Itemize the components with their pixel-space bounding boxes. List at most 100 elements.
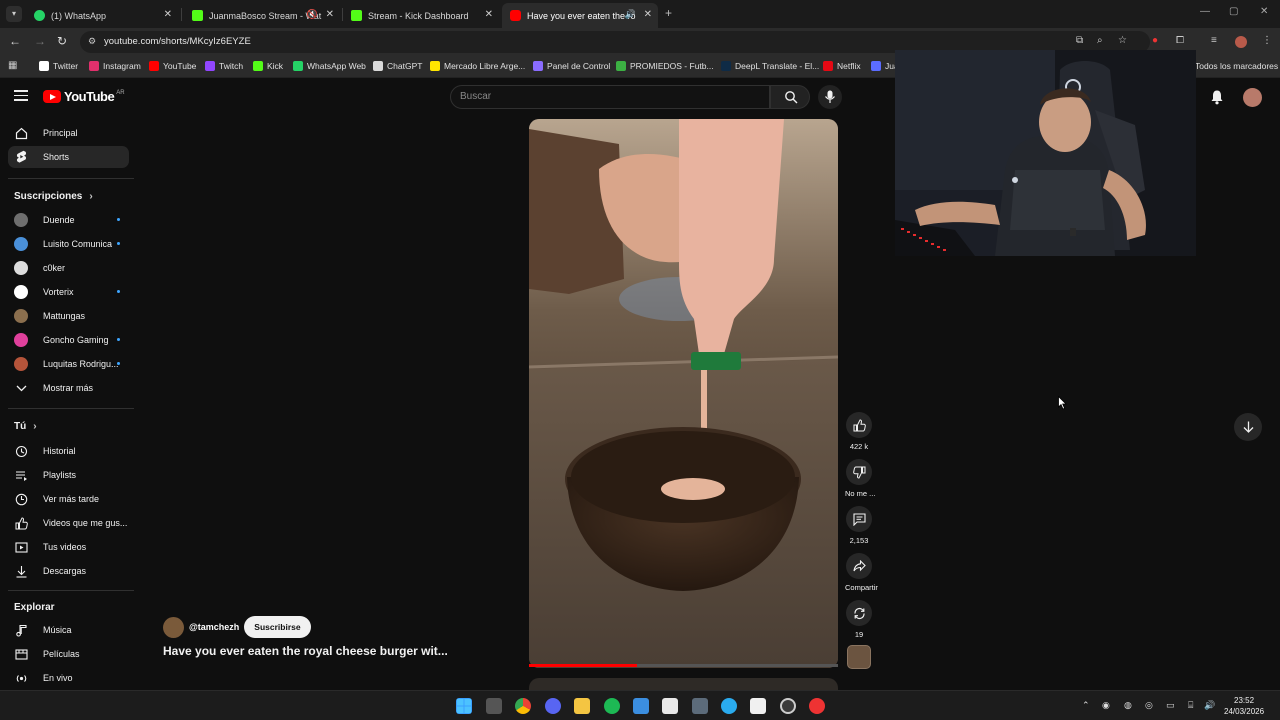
remix-button[interactable]: 19 <box>845 600 873 639</box>
telegram-icon[interactable] <box>721 698 737 714</box>
bookmark-chatgpt[interactable]: ChatGPT <box>373 61 422 71</box>
tab-whatsapp[interactable]: (1) WhatsApp ✕ <box>26 3 178 28</box>
network-icon[interactable]: ⌸ <box>1188 700 1193 711</box>
extension-icon[interactable]: ● <box>1152 35 1158 46</box>
voice-search-button[interactable] <box>818 85 842 109</box>
close-icon[interactable]: ✕ <box>326 9 334 20</box>
short-title[interactable]: Have you ever eaten the royal cheese bur… <box>163 644 448 658</box>
user-avatar[interactable] <box>1243 88 1262 107</box>
windows-start-icon[interactable] <box>456 698 472 714</box>
back-icon[interactable]: ← <box>9 34 21 48</box>
bookmark-instagram[interactable]: Instagram <box>89 61 141 71</box>
reload-icon[interactable]: ↻ <box>57 34 67 48</box>
sidebar-item-música[interactable]: Música <box>8 619 129 641</box>
zoom-icon[interactable]: ⌕ <box>1097 35 1103 46</box>
sidebar-item-ver-más-tarde[interactable]: Ver más tarde <box>8 488 129 510</box>
close-window-icon[interactable]: ✕ <box>1260 6 1268 17</box>
sidebar-item-tus-videos[interactable]: Tus videos <box>8 536 129 558</box>
apps-grid-icon[interactable]: ▦ <box>8 60 17 71</box>
media-control-icon[interactable]: ≡ <box>1211 35 1217 46</box>
shorts-video-player[interactable] <box>529 119 838 668</box>
sidebar-item-videos-que-me-gus[interactable]: Videos que me gus... <box>8 512 129 534</box>
steam-tray-icon[interactable]: ◎ <box>1145 700 1153 711</box>
next-short-button[interactable] <box>1234 413 1262 441</box>
snipping-tool-icon[interactable] <box>662 698 678 714</box>
bookmark-kick[interactable]: Kick <box>253 61 283 71</box>
bookmark-twitter[interactable]: Twitter <box>39 61 78 71</box>
bookmark-promiedos-futb[interactable]: PROMIEDOS - Futb... <box>616 61 714 71</box>
tab-kick-dashboard[interactable]: Stream - Kick Dashboard ✕ <box>343 3 499 28</box>
sidebar-item-vorterix[interactable]: Vorterix <box>8 281 129 303</box>
close-icon[interactable]: ✕ <box>164 9 172 20</box>
sidebar-item-c0ker[interactable]: c0ker <box>8 257 129 279</box>
maximize-icon[interactable]: ▢ <box>1229 6 1238 17</box>
comments-button[interactable]: 2,153 <box>845 506 873 545</box>
profile-avatar[interactable] <box>1235 36 1247 48</box>
bookmark-whatsapp-web[interactable]: WhatsApp Web <box>293 61 366 71</box>
sidebar-item-luquitas-rodrigu[interactable]: Luquitas Rodrigu... <box>8 353 129 375</box>
sidebar-item-historial[interactable]: Historial <box>8 440 129 462</box>
close-icon[interactable]: ✕ <box>485 9 493 20</box>
file-explorer-icon[interactable] <box>574 698 590 714</box>
chevron-up-icon[interactable]: ⌃ <box>1082 700 1090 711</box>
task-view-icon[interactable] <box>486 698 502 714</box>
sidebar-item-películas[interactable]: Películas <box>8 643 129 665</box>
bookmark-twitch[interactable]: Twitch <box>205 61 243 71</box>
install-app-icon[interactable]: ⧉ <box>1076 35 1083 46</box>
bookmark-youtube[interactable]: YouTube <box>149 61 196 71</box>
chrome-icon[interactable] <box>515 698 531 714</box>
subscriptions-header[interactable]: Suscripciones › <box>8 185 129 207</box>
search-button[interactable] <box>770 85 810 109</box>
you-header[interactable]: Tú › <box>8 415 129 437</box>
subscribe-button[interactable]: Suscribirse <box>244 616 311 638</box>
tray-app-icon[interactable]: ▭ <box>1166 700 1175 711</box>
volume-icon[interactable]: 🔊 <box>1204 700 1215 711</box>
spotify-icon[interactable] <box>604 698 620 714</box>
channel-name[interactable]: @tamchezh <box>189 622 239 632</box>
all-bookmarks-link[interactable]: Todos los marcadores <box>1195 61 1278 71</box>
minimize-icon[interactable]: — <box>1200 6 1210 17</box>
sound-thumbnail[interactable] <box>847 645 871 669</box>
like-button[interactable]: 422 k <box>845 412 873 451</box>
obs-icon[interactable] <box>780 698 796 714</box>
close-icon[interactable]: ✕ <box>644 9 652 20</box>
streamlabs-icon[interactable] <box>809 698 825 714</box>
search-input[interactable]: Buscar <box>450 85 770 109</box>
calculator-icon[interactable] <box>692 698 708 714</box>
dislike-button[interactable]: No me ... <box>845 459 875 498</box>
capcut-icon[interactable] <box>750 698 766 714</box>
new-tab-button[interactable]: + <box>665 6 672 20</box>
notepad-icon[interactable] <box>633 698 649 714</box>
sidebar-item-goncho-gaming[interactable]: Goncho Gaming <box>8 329 129 351</box>
notifications-bell-icon[interactable] <box>1209 89 1225 105</box>
site-info-icon[interactable]: ⚙ <box>88 36 96 47</box>
sidebar-item-descargas[interactable]: Descargas <box>8 560 129 582</box>
extensions-puzzle-icon[interactable]: ⧠ <box>1176 35 1184 46</box>
channel-avatar[interactable] <box>163 616 184 638</box>
bookmark-panel-de-control[interactable]: Panel de Control <box>533 61 610 71</box>
tab-juanmabosco-stream[interactable]: JuanmaBosco Stream - Wat 🔇 ✕ <box>184 3 340 28</box>
forward-icon[interactable]: → <box>34 34 46 48</box>
menu-icon[interactable] <box>14 90 28 101</box>
bookmark-netflix[interactable]: Netflix <box>823 61 861 71</box>
speaker-icon[interactable]: 🔊 <box>625 9 636 20</box>
sidebar-item-luisito-comunica[interactable]: Luisito Comunica <box>8 233 129 255</box>
share-button[interactable]: Compartir <box>845 553 878 592</box>
tab-search-button[interactable]: ▾ <box>6 6 22 22</box>
bookmark-mercado-libre-arge[interactable]: Mercado Libre Arge... <box>430 61 525 71</box>
youtube-logo[interactable]: YouTube AR <box>43 89 125 104</box>
muted-speaker-icon[interactable]: 🔇 <box>307 9 318 20</box>
discord-icon[interactable] <box>545 698 561 714</box>
sidebar-item-duende[interactable]: Duende <box>8 209 129 231</box>
sidebar-item-en-vivo[interactable]: En vivo <box>8 667 129 689</box>
bookmark-star-icon[interactable]: ☆ <box>1118 35 1127 46</box>
sidebar-item-mattungas[interactable]: Mattungas <box>8 305 129 327</box>
show-more-button[interactable]: Mostrar más <box>8 377 129 399</box>
sidebar-item-principal[interactable]: Principal <box>8 122 129 144</box>
sidebar-item-shorts[interactable]: Shorts <box>8 146 129 168</box>
system-clock[interactable]: 23:52 24/03/2026 <box>1224 695 1264 717</box>
bookmark-deepl-translate-el[interactable]: DeepL Translate - El... <box>721 61 819 71</box>
tab-youtube-short[interactable]: Have you ever eaten the ro 🔊 ✕ <box>502 3 658 28</box>
browser-menu-icon[interactable]: ⋮ <box>1262 35 1272 46</box>
video-progress-bar[interactable] <box>529 664 838 667</box>
